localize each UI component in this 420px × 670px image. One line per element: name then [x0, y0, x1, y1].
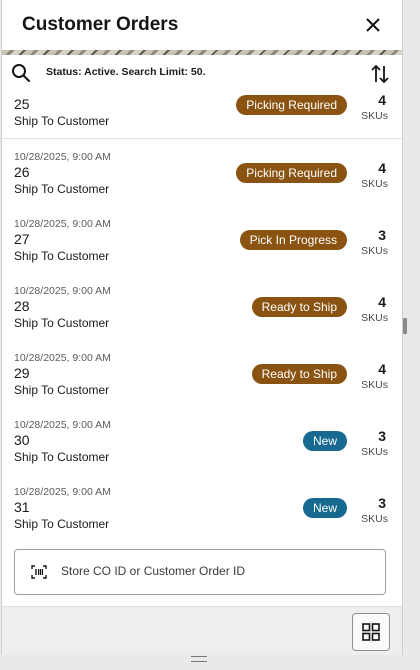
order-date: 10/28/2025, 9:00 AM — [14, 352, 111, 364]
order-date: 10/28/2025, 9:00 AM — [14, 285, 111, 297]
order-number: 25 — [14, 96, 30, 112]
order-number: 31 — [14, 499, 30, 515]
status-badge: New — [302, 498, 347, 518]
order-type: Ship To Customer — [14, 114, 110, 128]
sku-label: SKUs — [361, 312, 388, 324]
side-resize-handle[interactable] — [403, 318, 407, 334]
order-number: 26 — [14, 164, 30, 180]
order-date: 10/28/2025, 9:00 AM — [14, 218, 111, 230]
order-type: Ship To Customer — [14, 517, 110, 531]
toolbar: Status: Active. Search Limit: 50. — [2, 55, 402, 91]
order-number: 30 — [14, 432, 30, 448]
page-title: Customer Orders — [22, 14, 179, 35]
order-type: Ship To Customer — [14, 316, 110, 330]
order-type: Ship To Customer — [14, 383, 110, 397]
scan-area: Store CO ID or Customer Order ID — [2, 536, 402, 606]
order-date: 10/28/2025, 9:00 AM — [14, 486, 111, 498]
sku-count: 3 — [378, 227, 386, 243]
sku-label: SKUs — [361, 446, 388, 458]
order-row[interactable]: 10/28/2025, 9:00 AM 31 Ship To Customer … — [2, 474, 402, 536]
barcode-scan-icon[interactable] — [31, 565, 47, 579]
grid-view-icon — [362, 623, 380, 641]
sku-label: SKUs — [361, 178, 388, 190]
order-type: Ship To Customer — [14, 249, 110, 263]
order-row[interactable]: 10/28/2025, 9:00 AM 29 Ship To Customer … — [2, 340, 402, 408]
search-status-text: Status: Active. Search Limit: 50. — [46, 66, 206, 78]
header: Customer Orders — [2, 0, 402, 50]
order-row[interactable]: 10/28/2025, 9:00 AM 30 Ship To Customer … — [2, 407, 402, 475]
order-number: 29 — [14, 365, 30, 381]
bottom-resize-handle[interactable] — [191, 656, 207, 662]
orders-list: 25 Ship To Customer Picking Required 4 S… — [2, 91, 402, 536]
customer-orders-panel: Customer Orders Status: Active. Search L… — [1, 0, 403, 655]
order-type: Ship To Customer — [14, 450, 110, 464]
status-badge: Ready to Ship — [251, 297, 347, 317]
search-icon[interactable] — [11, 63, 31, 83]
sku-label: SKUs — [361, 110, 388, 122]
sku-count: 4 — [378, 361, 386, 377]
status-badge: Picking Required — [236, 163, 347, 183]
sku-count: 4 — [378, 294, 386, 310]
sku-label: SKUs — [361, 513, 388, 525]
order-number: 28 — [14, 298, 30, 314]
sku-count: 4 — [378, 92, 386, 108]
bottom-bar — [2, 606, 402, 655]
status-badge: New — [302, 431, 347, 451]
order-row[interactable]: 10/28/2025, 9:00 AM 26 Ship To Customer … — [2, 139, 402, 207]
close-icon[interactable] — [362, 14, 384, 36]
sort-icon[interactable] — [370, 63, 390, 85]
order-row[interactable]: 10/28/2025, 9:00 AM 28 Ship To Customer … — [2, 273, 402, 341]
scan-input-placeholder: Store CO ID or Customer Order ID — [61, 564, 246, 578]
grid-view-button[interactable] — [352, 613, 390, 651]
order-id-scan-input[interactable]: Store CO ID or Customer Order ID — [14, 549, 386, 595]
order-row[interactable]: 10/28/2025, 9:00 AM 27 Ship To Customer … — [2, 206, 402, 274]
order-date: 10/28/2025, 9:00 AM — [14, 151, 111, 163]
sku-label: SKUs — [361, 379, 388, 391]
order-type: Ship To Customer — [14, 182, 110, 196]
status-badge: Ready to Ship — [251, 364, 347, 384]
sku-label: SKUs — [361, 245, 388, 257]
order-date: 10/28/2025, 9:00 AM — [14, 419, 111, 431]
sku-count: 4 — [378, 160, 386, 176]
sku-count: 3 — [378, 495, 386, 511]
order-row[interactable]: 25 Ship To Customer Picking Required 4 S… — [2, 91, 402, 139]
order-number: 27 — [14, 231, 30, 247]
status-badge: Picking Required — [236, 95, 347, 115]
sku-count: 3 — [378, 428, 386, 444]
status-badge: Pick In Progress — [239, 230, 347, 250]
